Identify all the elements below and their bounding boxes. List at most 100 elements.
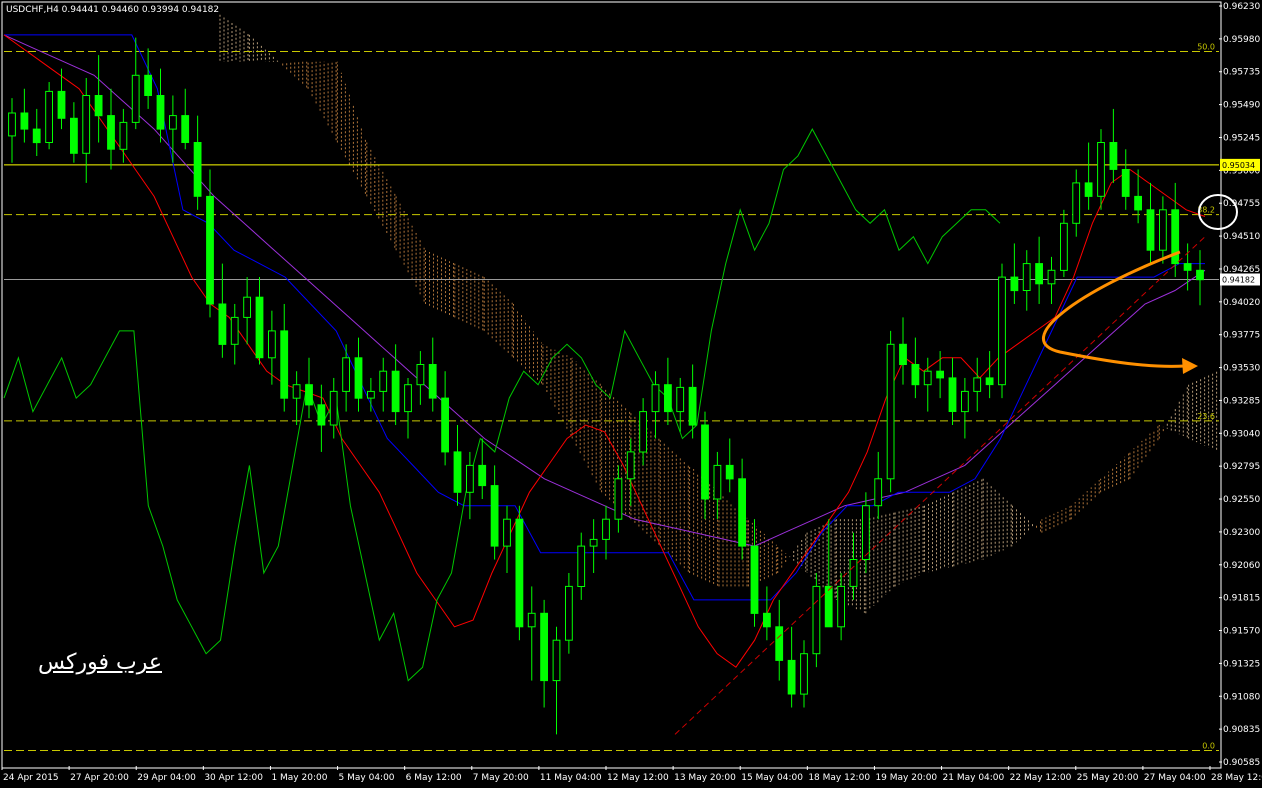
candle-body	[169, 115, 177, 130]
candle-body	[540, 612, 549, 682]
candle-body	[763, 612, 771, 628]
candle-body	[565, 585, 573, 641]
y-tick-label: 0.95735	[1223, 68, 1260, 78]
y-tick-label: 0.92795	[1223, 462, 1260, 472]
y-tick-label: 0.92060	[1223, 561, 1260, 571]
candle-body	[824, 585, 833, 628]
y-tick-label: 0.90835	[1223, 725, 1260, 735]
candle-body	[268, 330, 276, 359]
candle-body	[404, 384, 412, 413]
candle-body	[515, 518, 524, 628]
candle-body	[218, 303, 227, 345]
candle-body	[206, 195, 214, 305]
candle-body	[280, 330, 289, 399]
candle-body	[961, 390, 969, 413]
candle-body	[1047, 269, 1056, 285]
x-tick-label: 6 May 12:00	[406, 773, 462, 783]
candle-body	[1084, 182, 1093, 197]
candle-body	[391, 370, 400, 413]
candle-body	[552, 639, 561, 682]
x-tick-label: 5 May 04:00	[339, 773, 395, 783]
fib-label-0.0: 0.0	[1202, 742, 1215, 751]
candle-body	[156, 95, 165, 130]
candle-body	[329, 390, 338, 426]
x-tick-label: 25 May 20:00	[1077, 773, 1139, 783]
candle-body	[1109, 142, 1118, 170]
candle-body	[973, 377, 982, 392]
candle-body	[428, 364, 437, 399]
candle-body	[1183, 263, 1192, 271]
candle-body	[1035, 263, 1043, 285]
x-tick-label: 22 May 12:00	[1010, 773, 1072, 783]
candle-body	[107, 115, 115, 150]
y-tick-label: 0.91815	[1223, 594, 1260, 604]
candle-body	[45, 90, 54, 143]
candle-body	[1022, 263, 1031, 292]
x-tick-label: 15 May 04:00	[741, 773, 803, 783]
y-tick-label: 0.95490	[1223, 101, 1260, 111]
candle-body	[342, 357, 351, 392]
candle-body	[614, 478, 623, 520]
y-tick-label: 0.94020	[1223, 298, 1260, 308]
candle-body	[985, 377, 994, 386]
candle-body	[144, 74, 152, 97]
candle-body	[738, 478, 747, 547]
candle-body	[230, 316, 239, 345]
x-tick-label: 1 May 20:00	[271, 773, 327, 783]
candle-body	[750, 545, 759, 614]
candle-body	[1060, 222, 1068, 271]
y-tick-label: 0.94755	[1223, 199, 1260, 209]
candle-body	[713, 464, 722, 500]
candle-body	[911, 364, 920, 386]
candle-body	[899, 343, 907, 365]
x-tick-label: 29 Apr 04:00	[137, 773, 196, 783]
y-tick-label: 0.93775	[1223, 331, 1260, 341]
y-tick-label: 0.92300	[1223, 528, 1260, 538]
candle-body	[1159, 209, 1167, 251]
candle-body	[874, 478, 883, 507]
candle-body	[490, 485, 499, 547]
symbol-header: USDCHF,H4 0.94441 0.94460 0.93994 0.9418…	[6, 5, 219, 15]
candle-body	[82, 95, 91, 154]
candle-body	[812, 585, 821, 655]
x-tick-label: 7 May 20:00	[473, 773, 529, 783]
candle-body	[998, 276, 1006, 386]
y-tick-label: 0.91570	[1223, 627, 1260, 637]
candle-body	[305, 384, 313, 406]
x-tick-label: 30 Apr 12:00	[204, 773, 263, 783]
candle-body	[503, 518, 511, 547]
candle-body	[1146, 209, 1155, 251]
watermark-text: عرب فوركس	[38, 650, 162, 675]
candle-body	[1134, 195, 1142, 211]
y-tick-label: 0.93285	[1223, 396, 1260, 406]
candle-body	[639, 411, 648, 453]
candle-body	[94, 95, 103, 117]
candle-body	[8, 112, 16, 137]
candle-body	[577, 545, 586, 587]
candle-body	[1196, 269, 1204, 281]
candle-body	[800, 653, 808, 695]
y-tick-label: 0.94510	[1223, 232, 1260, 242]
x-tick-label: 28 May 12:00	[1211, 773, 1262, 783]
candle-body	[416, 364, 425, 386]
candle-body	[32, 128, 41, 144]
price-chart[interactable]: 50.038.223.60.0 0.962300.959800.957350.9…	[0, 0, 1262, 788]
candle-body	[478, 464, 487, 487]
candle-body	[354, 357, 363, 399]
x-tick-label: 11 May 04:00	[540, 773, 602, 783]
candle-body	[57, 90, 66, 119]
candle-body	[292, 384, 301, 399]
candle-body	[193, 142, 202, 197]
x-tick-label: 12 May 12:00	[607, 773, 669, 783]
candle-body	[886, 343, 895, 480]
candle-body	[589, 538, 598, 547]
candle-body	[243, 296, 251, 318]
candle-body	[441, 397, 450, 453]
candle-body	[255, 296, 264, 359]
chart-background	[0, 0, 1262, 788]
candle-body	[849, 559, 858, 587]
candle-body	[862, 505, 870, 561]
y-tick-label: 0.95980	[1223, 35, 1260, 45]
y-tick-label: 0.90585	[1223, 758, 1260, 768]
candle-body	[1121, 169, 1130, 197]
